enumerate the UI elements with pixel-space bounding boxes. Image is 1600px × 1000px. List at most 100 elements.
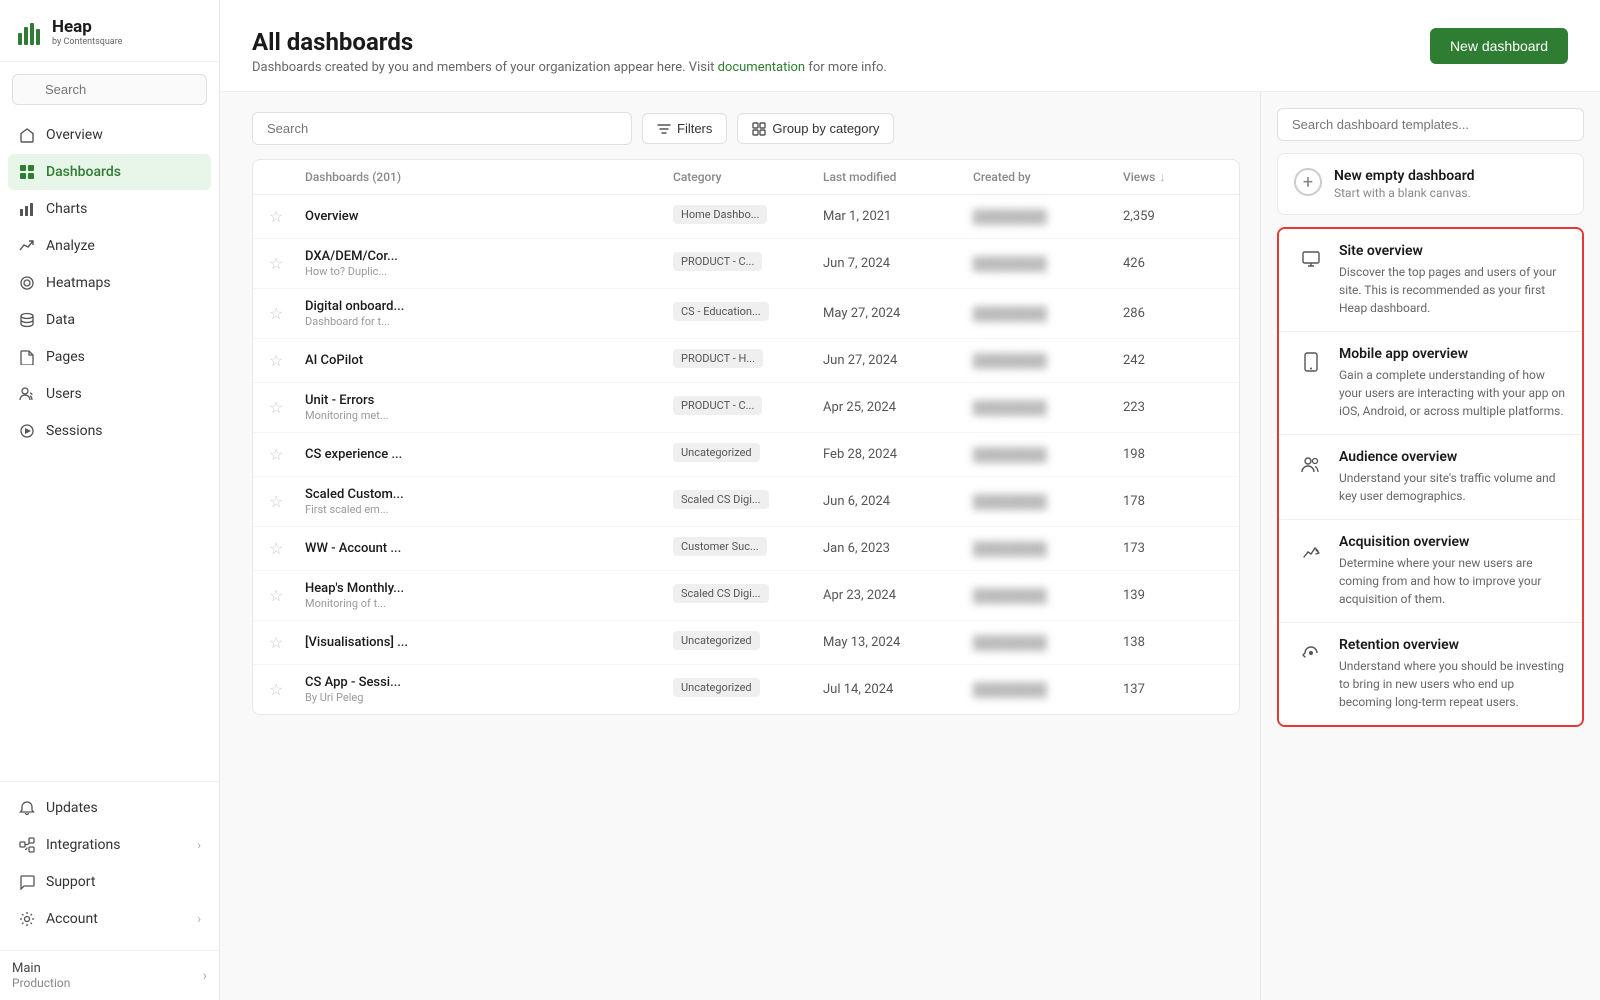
last-modified-label-inner: Last modified xyxy=(823,170,896,184)
star-cell[interactable]: ☆ xyxy=(269,539,305,558)
star-icon[interactable]: ☆ xyxy=(269,680,283,699)
sidebar-item-account[interactable]: Account › xyxy=(8,901,211,937)
sidebar-item-data[interactable]: Data xyxy=(8,302,211,338)
star-cell[interactable]: ☆ xyxy=(269,398,305,417)
created-by-cell: ████████ xyxy=(973,306,1123,322)
sidebar-item-pages[interactable]: Pages xyxy=(8,339,211,375)
table-row[interactable]: ☆ [Visualisations] ... Uncategorized May… xyxy=(253,621,1239,665)
star-icon[interactable]: ☆ xyxy=(269,633,283,652)
sidebar-item-data-label: Data xyxy=(46,312,75,328)
row-title: Overview xyxy=(305,209,673,224)
sidebar-item-overview-label: Overview xyxy=(46,127,103,143)
template-text-mobile-app-overview: Mobile app overview Gain a complete unde… xyxy=(1339,346,1566,420)
star-icon[interactable]: ☆ xyxy=(269,304,283,323)
sidebar-item-integrations[interactable]: Integrations › xyxy=(8,827,211,863)
group-by-button[interactable]: Group by category xyxy=(737,113,894,144)
table-scroll-area[interactable]: ☆ Overview Home Dashbo... Mar 1, 2021 ██… xyxy=(253,195,1239,714)
star-icon[interactable]: ☆ xyxy=(269,351,283,370)
table-row[interactable]: ☆ Digital onboard... Dashboard for t... … xyxy=(253,289,1239,339)
table-row[interactable]: ☆ WW - Account ... Customer Suc... Jan 6… xyxy=(253,527,1239,571)
message-icon xyxy=(18,873,36,891)
sidebar-item-support[interactable]: Support xyxy=(8,864,211,900)
sidebar-item-dashboards[interactable]: Dashboards xyxy=(8,154,211,190)
row-subtitle: By Uri Peleg xyxy=(305,691,673,704)
row-title: CS App - Sessi... xyxy=(305,675,673,690)
table-row[interactable]: ☆ Overview Home Dashbo... Mar 1, 2021 ██… xyxy=(253,195,1239,239)
sidebar-workspace[interactable]: Main Production › xyxy=(0,950,219,1000)
table-row[interactable]: ☆ CS experience ... Uncategorized Feb 28… xyxy=(253,433,1239,477)
star-icon[interactable]: ☆ xyxy=(269,254,283,273)
star-cell[interactable]: ☆ xyxy=(269,680,305,699)
star-cell[interactable]: ☆ xyxy=(269,351,305,370)
template-desc-site-overview: Discover the top pages and users of your… xyxy=(1339,263,1566,317)
list-search-input[interactable] xyxy=(252,112,632,145)
row-title: CS experience ... xyxy=(305,447,673,462)
category-badge: PRODUCT - C... xyxy=(673,252,762,271)
table-row[interactable]: ☆ Scaled Custom... First scaled em... Sc… xyxy=(253,477,1239,527)
template-title-acquisition-overview: Acquisition overview xyxy=(1339,534,1566,550)
sidebar-item-sessions[interactable]: Sessions xyxy=(8,413,211,449)
template-card-retention-overview[interactable]: Retention overview Understand where you … xyxy=(1279,623,1582,725)
star-cell[interactable]: ☆ xyxy=(269,207,305,226)
template-card-mobile-app-overview[interactable]: Mobile app overview Gain a complete unde… xyxy=(1279,332,1582,435)
row-name-block: Digital onboard... Dashboard for t... xyxy=(305,299,673,328)
sidebar-item-charts-label: Charts xyxy=(46,201,87,217)
sidebar-item-overview[interactable]: Overview xyxy=(8,117,211,153)
star-cell[interactable]: ☆ xyxy=(269,254,305,273)
star-cell[interactable]: ☆ xyxy=(269,633,305,652)
row-title: DXA/DEM/Cor... xyxy=(305,249,673,264)
sidebar-item-charts[interactable]: Charts xyxy=(8,191,211,227)
template-card-audience-overview[interactable]: Audience overview Understand your site's… xyxy=(1279,435,1582,520)
sidebar-item-users[interactable]: Users xyxy=(8,376,211,412)
col-last-modified[interactable]: Last modified xyxy=(823,170,973,184)
table-row[interactable]: ☆ DXA/DEM/Cor... How to? Duplic... PRODU… xyxy=(253,239,1239,289)
sidebar-item-updates[interactable]: Updates xyxy=(8,790,211,826)
row-title: Scaled Custom... xyxy=(305,487,673,502)
sidebar-search-input[interactable] xyxy=(12,74,207,105)
documentation-link[interactable]: documentation xyxy=(718,60,806,75)
logo-area: Heap by Contentsquare xyxy=(0,0,219,62)
row-title: Heap's Monthly... xyxy=(305,581,673,596)
star-cell[interactable]: ☆ xyxy=(269,304,305,323)
star-icon[interactable]: ☆ xyxy=(269,492,283,511)
category-cell: Home Dashbo... xyxy=(673,205,823,228)
table-row[interactable]: ☆ CS App - Sessi... By Uri Peleg Uncateg… xyxy=(253,665,1239,714)
template-title-audience-overview: Audience overview xyxy=(1339,449,1566,465)
sidebar-item-heatmaps[interactable]: Heatmaps xyxy=(8,265,211,301)
star-cell[interactable]: ☆ xyxy=(269,492,305,511)
created-by-cell: ████████ xyxy=(973,682,1123,698)
sidebar-item-analyze[interactable]: Analyze xyxy=(8,228,211,264)
star-icon[interactable]: ☆ xyxy=(269,539,283,558)
new-empty-dashboard-card[interactable]: + New empty dashboard Start with a blank… xyxy=(1277,153,1584,215)
template-card-acquisition-overview[interactable]: Acquisition overview Determine where you… xyxy=(1279,520,1582,623)
template-text-retention-overview: Retention overview Understand where you … xyxy=(1339,637,1566,711)
star-icon[interactable]: ☆ xyxy=(269,586,283,605)
template-search-input[interactable] xyxy=(1277,108,1584,141)
category-badge: Scaled CS Digi... xyxy=(673,490,769,509)
template-card-site-overview[interactable]: Site overview Discover the top pages and… xyxy=(1279,229,1582,332)
dashboard-table: Dashboards (201) Category Last modified … xyxy=(252,159,1240,715)
star-cell[interactable]: ☆ xyxy=(269,445,305,464)
group-by-label: Group by category xyxy=(772,121,879,136)
row-name-block: Overview xyxy=(305,209,673,224)
star-icon[interactable]: ☆ xyxy=(269,445,283,464)
col-views[interactable]: Views ↓ xyxy=(1123,170,1223,184)
sidebar-item-analyze-label: Analyze xyxy=(46,238,95,254)
star-icon[interactable]: ☆ xyxy=(269,207,283,226)
row-title: Unit - Errors xyxy=(305,393,673,408)
date-cell: May 27, 2024 xyxy=(823,306,973,321)
table-row[interactable]: ☆ Heap's Monthly... Monitoring of t... S… xyxy=(253,571,1239,621)
sidebar-item-heatmaps-label: Heatmaps xyxy=(46,275,111,291)
star-cell[interactable]: ☆ xyxy=(269,586,305,605)
filters-button[interactable]: Filters xyxy=(642,113,727,144)
bell-icon xyxy=(18,799,36,817)
new-dashboard-button[interactable]: New dashboard xyxy=(1430,28,1568,64)
table-row[interactable]: ☆ AI CoPilot PRODUCT - H... Jun 27, 2024… xyxy=(253,339,1239,383)
template-desc-acquisition-overview: Determine where your new users are comin… xyxy=(1339,554,1566,608)
category-cell: Uncategorized xyxy=(673,631,823,654)
table-row[interactable]: ☆ Unit - Errors Monitoring met... PRODUC… xyxy=(253,383,1239,433)
views-cell: 138 xyxy=(1123,635,1223,650)
category-badge: CS - Education... xyxy=(673,302,769,321)
template-search-wrap xyxy=(1277,108,1600,141)
star-icon[interactable]: ☆ xyxy=(269,398,283,417)
